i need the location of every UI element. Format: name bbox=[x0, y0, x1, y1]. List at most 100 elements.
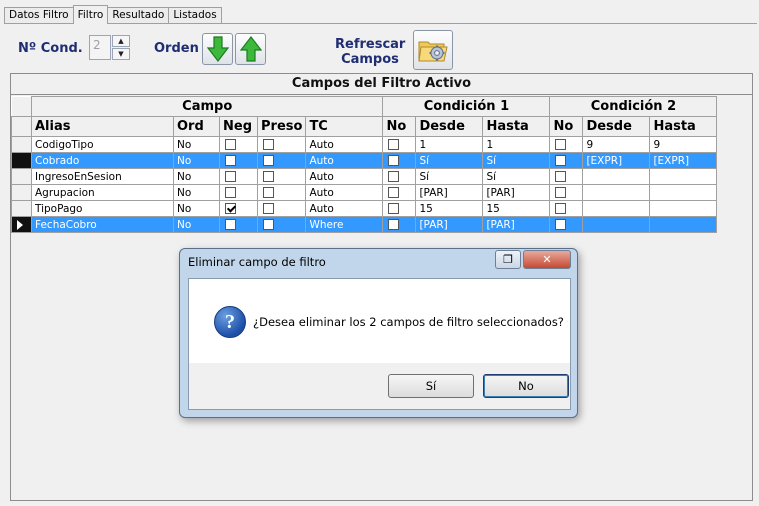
row-indicator[interactable] bbox=[11, 200, 32, 217]
tab-datos-filtro[interactable]: Datos Filtro bbox=[4, 7, 74, 23]
checkbox[interactable] bbox=[555, 139, 567, 150]
cell-desde1[interactable]: Sí bbox=[415, 152, 484, 169]
cell-alias[interactable]: Agrupacion bbox=[31, 184, 174, 201]
table-row[interactable]: FechaCobro No Where [PAR] [PAR] bbox=[11, 216, 718, 233]
cell-hasta1[interactable]: [PAR] bbox=[482, 184, 551, 201]
cell-desde2[interactable]: 9 bbox=[582, 136, 651, 153]
spin-down-button[interactable]: ▼ bbox=[112, 48, 130, 60]
cell-hasta2[interactable]: 9 bbox=[649, 136, 718, 153]
checkbox[interactable] bbox=[225, 139, 236, 150]
cell-desde1[interactable]: Sí bbox=[415, 168, 484, 185]
checkbox[interactable] bbox=[225, 155, 236, 166]
checkbox[interactable] bbox=[263, 187, 274, 198]
cell-alias[interactable]: TipoPago bbox=[31, 200, 174, 217]
checkbox[interactable] bbox=[225, 187, 236, 198]
row-indicator[interactable] bbox=[11, 152, 32, 169]
cell-ord[interactable]: No bbox=[173, 216, 220, 233]
spin-up-button[interactable]: ▲ bbox=[112, 35, 130, 47]
cell-desde1[interactable]: 1 bbox=[415, 136, 484, 153]
checkbox[interactable] bbox=[555, 203, 567, 214]
refresh-fields-button[interactable] bbox=[413, 30, 453, 70]
cell-tc[interactable]: Auto bbox=[305, 200, 384, 217]
checkbox[interactable] bbox=[263, 171, 274, 182]
checkbox[interactable] bbox=[388, 187, 400, 198]
checkbox[interactable] bbox=[388, 155, 400, 166]
cell-desde1[interactable]: 15 bbox=[415, 200, 484, 217]
tab-listados[interactable]: Listados bbox=[168, 7, 222, 23]
col-header-ord[interactable]: Ord bbox=[173, 116, 220, 137]
cell-hasta2[interactable] bbox=[649, 216, 718, 233]
checkbox[interactable] bbox=[263, 203, 274, 214]
cell-alias[interactable]: IngresoEnSesion bbox=[31, 168, 174, 185]
cell-hasta2[interactable] bbox=[649, 200, 718, 217]
col-header-hasta1[interactable]: Hasta bbox=[482, 116, 551, 137]
close-icon[interactable]: ✕ bbox=[523, 250, 571, 269]
checkbox[interactable] bbox=[555, 187, 567, 198]
cell-hasta1[interactable]: Sí bbox=[482, 168, 551, 185]
cell-alias[interactable]: FechaCobro bbox=[31, 216, 174, 233]
row-indicator[interactable] bbox=[11, 216, 32, 233]
col-header-desde1[interactable]: Desde bbox=[415, 116, 484, 137]
row-indicator[interactable] bbox=[11, 136, 32, 153]
cell-ord[interactable]: No bbox=[173, 184, 220, 201]
cell-hasta2[interactable]: [EXPR] bbox=[649, 152, 718, 169]
checkbox[interactable] bbox=[263, 155, 274, 166]
col-header-tc[interactable]: TC bbox=[305, 116, 384, 137]
cell-alias[interactable]: Cobrado bbox=[31, 152, 174, 169]
checkbox[interactable] bbox=[388, 139, 400, 150]
cell-hasta2[interactable] bbox=[649, 168, 718, 185]
table-row[interactable]: Cobrado No Auto Sí Sí [EXPR] [EXPR] bbox=[11, 152, 718, 169]
cell-tc[interactable]: Auto bbox=[305, 168, 384, 185]
checkbox[interactable] bbox=[388, 171, 400, 182]
cell-ord[interactable]: No bbox=[173, 136, 220, 153]
checkbox[interactable] bbox=[225, 203, 236, 214]
checkbox[interactable] bbox=[225, 171, 236, 182]
checkbox[interactable] bbox=[555, 155, 567, 166]
cell-hasta1[interactable]: 15 bbox=[482, 200, 551, 217]
table-row[interactable]: CodigoTipo No Auto 1 1 9 9 bbox=[11, 136, 718, 153]
cell-hasta1[interactable]: 1 bbox=[482, 136, 551, 153]
cell-tc[interactable]: Where bbox=[305, 216, 384, 233]
cell-tc[interactable]: Auto bbox=[305, 136, 384, 153]
cell-desde1[interactable]: [PAR] bbox=[415, 184, 484, 201]
cell-tc[interactable]: Auto bbox=[305, 152, 384, 169]
cell-desde2[interactable] bbox=[582, 216, 651, 233]
cell-desde1[interactable]: [PAR] bbox=[415, 216, 484, 233]
checkbox[interactable] bbox=[388, 203, 400, 214]
row-indicator[interactable] bbox=[11, 168, 32, 185]
table-row[interactable]: IngresoEnSesion No Auto Sí Sí bbox=[11, 168, 718, 185]
ncond-input[interactable]: 2 bbox=[89, 35, 111, 60]
col-header-desde2[interactable]: Desde bbox=[582, 116, 651, 137]
restore-icon[interactable]: ❐ bbox=[495, 250, 521, 269]
tab-filtro[interactable]: Filtro bbox=[72, 5, 109, 24]
order-down-button[interactable] bbox=[202, 33, 233, 65]
col-header-no2[interactable]: No bbox=[549, 116, 584, 137]
table-row[interactable]: Agrupacion No Auto [PAR] [PAR] bbox=[11, 184, 718, 201]
col-header-alias[interactable]: Alias bbox=[31, 116, 174, 137]
table-row[interactable]: TipoPago No Auto 15 15 bbox=[11, 200, 718, 217]
col-header-pres[interactable]: Preso bbox=[256, 116, 307, 137]
cell-ord[interactable]: No bbox=[173, 200, 220, 217]
tab-resultado[interactable]: Resultado bbox=[107, 7, 170, 23]
cell-hasta1[interactable]: Sí bbox=[482, 152, 551, 169]
cell-ord[interactable]: No bbox=[173, 168, 220, 185]
col-header-no1[interactable]: No bbox=[382, 116, 417, 137]
checkbox[interactable] bbox=[555, 171, 567, 182]
cell-hasta1[interactable]: [PAR] bbox=[482, 216, 551, 233]
yes-button[interactable]: Sí bbox=[388, 374, 474, 398]
col-header-neg[interactable]: Neg bbox=[219, 116, 258, 137]
cell-desde2[interactable] bbox=[582, 184, 651, 201]
cell-tc[interactable]: Auto bbox=[305, 184, 384, 201]
checkbox[interactable] bbox=[263, 139, 274, 150]
cell-desde2[interactable] bbox=[582, 200, 651, 217]
col-header-hasta2[interactable]: Hasta bbox=[649, 116, 718, 137]
checkbox[interactable] bbox=[225, 219, 236, 230]
order-up-button[interactable] bbox=[235, 33, 266, 65]
no-button[interactable]: No bbox=[483, 374, 569, 398]
checkbox[interactable] bbox=[388, 219, 400, 230]
row-indicator[interactable] bbox=[11, 184, 32, 201]
checkbox[interactable] bbox=[263, 219, 274, 230]
cell-alias[interactable]: CodigoTipo bbox=[31, 136, 174, 153]
cell-hasta2[interactable] bbox=[649, 184, 718, 201]
cell-desde2[interactable]: [EXPR] bbox=[582, 152, 651, 169]
